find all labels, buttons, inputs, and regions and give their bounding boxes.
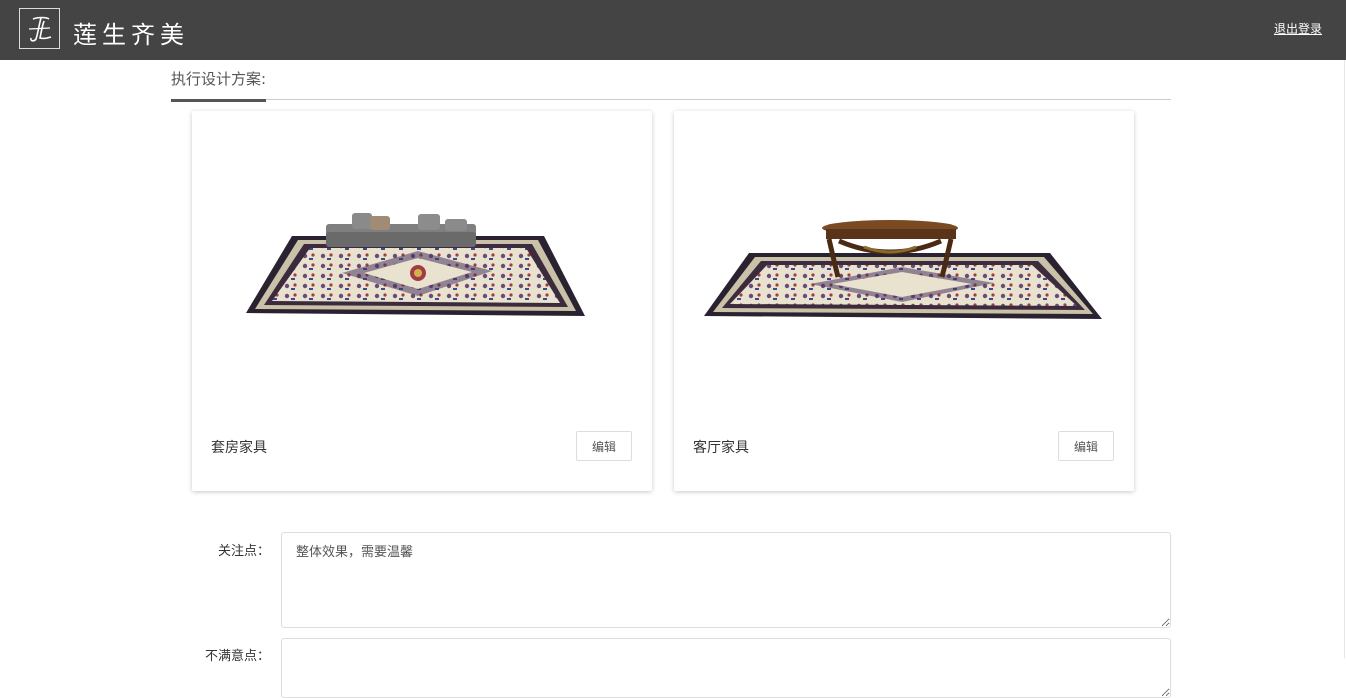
tab-design-plan[interactable]: 执行设计方案: <box>171 68 267 102</box>
top-navbar: 莲生齐美 退出登录 <box>0 0 1346 60</box>
focus-label: 关注点： <box>217 544 270 559</box>
focus-textarea[interactable]: 整体效果，需要温馨 <box>281 532 1171 628</box>
rug-with-carved-table-image <box>704 220 1102 319</box>
logo-icon[interactable] <box>19 8 60 49</box>
edit-button[interactable]: 编辑 <box>576 431 632 461</box>
design-card: 套房家具 编辑 <box>192 111 652 491</box>
rug-with-gray-sofa-image <box>246 213 585 316</box>
brand-name: 莲生齐美 <box>73 21 189 49</box>
card-title: 套房家具 <box>211 440 267 456</box>
dissatisfied-label: 不满意点： <box>204 649 270 664</box>
logout-link[interactable]: 退出登录 <box>1274 20 1322 37</box>
dissatisfied-textarea[interactable] <box>281 638 1171 698</box>
card-title: 客厅家具 <box>693 440 749 456</box>
design-card: 客厅家具 编辑 <box>674 111 1134 491</box>
section-tabs: 执行设计方案: <box>171 60 1171 102</box>
edit-button[interactable]: 编辑 <box>1058 431 1114 461</box>
page-edge <box>1344 60 1345 658</box>
